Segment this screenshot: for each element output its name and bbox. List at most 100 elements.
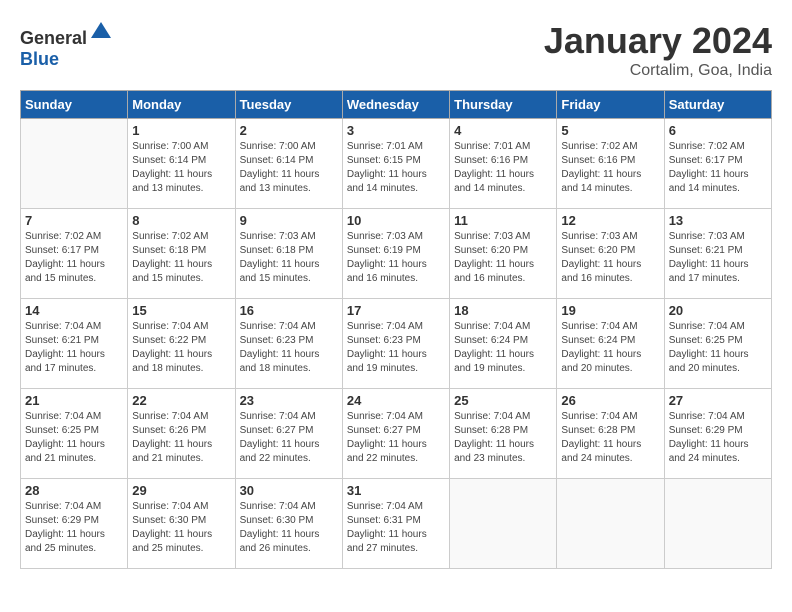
day-number: 17 <box>347 303 445 318</box>
day-number: 21 <box>25 393 123 408</box>
calendar-cell: 2 Sunrise: 7:00 AMSunset: 6:14 PMDaylight… <box>235 119 342 209</box>
calendar-cell: 12Sunrise: 7:03 AMSunset: 6:20 PMDayligh… <box>557 209 664 299</box>
day-number: 15 <box>132 303 230 318</box>
weekday-header: Friday <box>557 91 664 119</box>
calendar-cell: 23 Sunrise: 7:04 AMSunset: 6:27 PMDayligh… <box>235 389 342 479</box>
day-info: Sunrise: 7:04 AMSunset: 6:27 PMDaylight:… <box>347 410 445 466</box>
day-number: 7 <box>25 213 123 228</box>
day-number: 20 <box>669 303 767 318</box>
day-number: 5 <box>561 123 659 138</box>
calendar-week-row: 14 Sunrise: 7:04 AMSunset: 6:21 PMDayligh… <box>21 299 772 389</box>
day-info: Sunrise: 7:04 AMSunset: 6:29 PMDaylight:… <box>25 500 123 556</box>
calendar-cell: 14 Sunrise: 7:04 AMSunset: 6:21 PMDayligh… <box>21 299 128 389</box>
day-number: 29 <box>132 483 230 498</box>
calendar-cell: 3 Sunrise: 7:01 AMSunset: 6:15 PMDaylight… <box>342 119 449 209</box>
day-number: 10 <box>347 213 445 228</box>
day-number: 19 <box>561 303 659 318</box>
day-info: Sunrise: 7:00 AMSunset: 6:14 PMDaylight:… <box>132 140 230 196</box>
day-info: Sunrise: 7:03 AMSunset: 6:18 PMDaylight:… <box>240 230 338 286</box>
day-info: Sunrise: 7:04 AMSunset: 6:28 PMDaylight:… <box>561 410 659 466</box>
day-number: 26 <box>561 393 659 408</box>
day-number: 23 <box>240 393 338 408</box>
day-info: Sunrise: 7:04 AMSunset: 6:24 PMDaylight:… <box>561 320 659 376</box>
calendar-cell: 6 Sunrise: 7:02 AMSunset: 6:17 PMDaylight… <box>664 119 771 209</box>
day-info: Sunrise: 7:03 AMSunset: 6:19 PMDaylight:… <box>347 230 445 286</box>
day-number: 3 <box>347 123 445 138</box>
day-number: 31 <box>347 483 445 498</box>
day-info: Sunrise: 7:04 AMSunset: 6:30 PMDaylight:… <box>132 500 230 556</box>
day-number: 2 <box>240 123 338 138</box>
calendar-cell: 28Sunrise: 7:04 AMSunset: 6:29 PMDayligh… <box>21 479 128 569</box>
day-info: Sunrise: 7:02 AMSunset: 6:16 PMDaylight:… <box>561 140 659 196</box>
calendar-cell: 8Sunrise: 7:02 AMSunset: 6:18 PMDaylight… <box>128 209 235 299</box>
calendar-cell: 9 Sunrise: 7:03 AMSunset: 6:18 PMDaylight… <box>235 209 342 299</box>
calendar-cell: 11Sunrise: 7:03 AMSunset: 6:20 PMDayligh… <box>450 209 557 299</box>
calendar-cell: 17 Sunrise: 7:04 AMSunset: 6:23 PMDayligh… <box>342 299 449 389</box>
day-number: 6 <box>669 123 767 138</box>
day-number: 22 <box>132 393 230 408</box>
calendar-cell: 10 Sunrise: 7:03 AMSunset: 6:19 PMDayligh… <box>342 209 449 299</box>
day-info: Sunrise: 7:01 AMSunset: 6:16 PMDaylight:… <box>454 140 552 196</box>
weekday-header: Thursday <box>450 91 557 119</box>
weekday-header-row: SundayMondayTuesdayWednesdayThursdayFrid… <box>21 91 772 119</box>
logo-text: General Blue <box>20 20 113 70</box>
day-number: 18 <box>454 303 552 318</box>
calendar-cell: 5 Sunrise: 7:02 AMSunset: 6:16 PMDaylight… <box>557 119 664 209</box>
day-info: Sunrise: 7:03 AMSunset: 6:21 PMDaylight:… <box>669 230 767 286</box>
day-info: Sunrise: 7:02 AMSunset: 6:17 PMDaylight:… <box>669 140 767 196</box>
day-info: Sunrise: 7:04 AMSunset: 6:21 PMDaylight:… <box>25 320 123 376</box>
day-number: 11 <box>454 213 552 228</box>
calendar-cell: 30 Sunrise: 7:04 AMSunset: 6:30 PMDayligh… <box>235 479 342 569</box>
day-info: Sunrise: 7:04 AMSunset: 6:22 PMDaylight:… <box>132 320 230 376</box>
day-info: Sunrise: 7:00 AMSunset: 6:14 PMDaylight:… <box>240 140 338 196</box>
calendar-cell: 25 Sunrise: 7:04 AMSunset: 6:28 PMDayligh… <box>450 389 557 479</box>
day-info: Sunrise: 7:02 AMSunset: 6:17 PMDaylight:… <box>25 230 123 286</box>
calendar-cell: 27Sunrise: 7:04 AMSunset: 6:29 PMDayligh… <box>664 389 771 479</box>
calendar-cell: 29 Sunrise: 7:04 AMSunset: 6:30 PMDayligh… <box>128 479 235 569</box>
calendar-week-row: 7 Sunrise: 7:02 AMSunset: 6:17 PMDaylight… <box>21 209 772 299</box>
calendar-cell: 13 Sunrise: 7:03 AMSunset: 6:21 PMDayligh… <box>664 209 771 299</box>
calendar-cell: 26 Sunrise: 7:04 AMSunset: 6:28 PMDayligh… <box>557 389 664 479</box>
logo-icon <box>89 20 113 44</box>
calendar-cell: 15 Sunrise: 7:04 AMSunset: 6:22 PMDayligh… <box>128 299 235 389</box>
page-header: General Blue January 2024 Cortalim, Goa,… <box>20 20 772 80</box>
day-number: 30 <box>240 483 338 498</box>
calendar-table: SundayMondayTuesdayWednesdayThursdayFrid… <box>20 90 772 569</box>
calendar-cell: 24 Sunrise: 7:04 AMSunset: 6:27 PMDayligh… <box>342 389 449 479</box>
weekday-header: Monday <box>128 91 235 119</box>
day-info: Sunrise: 7:01 AMSunset: 6:15 PMDaylight:… <box>347 140 445 196</box>
calendar-cell: 21 Sunrise: 7:04 AMSunset: 6:25 PMDayligh… <box>21 389 128 479</box>
day-number: 14 <box>25 303 123 318</box>
calendar-week-row: 28Sunrise: 7:04 AMSunset: 6:29 PMDayligh… <box>21 479 772 569</box>
location-title: Cortalim, Goa, India <box>544 62 772 80</box>
calendar-cell: 19 Sunrise: 7:04 AMSunset: 6:24 PMDayligh… <box>557 299 664 389</box>
calendar-week-row: 1 Sunrise: 7:00 AMSunset: 6:14 PMDaylight… <box>21 119 772 209</box>
day-info: Sunrise: 7:04 AMSunset: 6:28 PMDaylight:… <box>454 410 552 466</box>
calendar-cell: 4Sunrise: 7:01 AMSunset: 6:16 PMDaylight… <box>450 119 557 209</box>
logo-blue: Blue <box>20 49 59 69</box>
calendar-week-row: 21 Sunrise: 7:04 AMSunset: 6:25 PMDayligh… <box>21 389 772 479</box>
day-info: Sunrise: 7:04 AMSunset: 6:27 PMDaylight:… <box>240 410 338 466</box>
day-info: Sunrise: 7:04 AMSunset: 6:25 PMDaylight:… <box>669 320 767 376</box>
calendar-cell: 1 Sunrise: 7:00 AMSunset: 6:14 PMDaylight… <box>128 119 235 209</box>
day-number: 12 <box>561 213 659 228</box>
calendar-cell <box>664 479 771 569</box>
day-number: 1 <box>132 123 230 138</box>
day-number: 8 <box>132 213 230 228</box>
calendar-cell: 22 Sunrise: 7:04 AMSunset: 6:26 PMDayligh… <box>128 389 235 479</box>
day-number: 24 <box>347 393 445 408</box>
day-info: Sunrise: 7:04 AMSunset: 6:25 PMDaylight:… <box>25 410 123 466</box>
day-number: 9 <box>240 213 338 228</box>
day-number: 25 <box>454 393 552 408</box>
calendar-cell: 31 Sunrise: 7:04 AMSunset: 6:31 PMDayligh… <box>342 479 449 569</box>
month-title: January 2024 <box>544 20 772 62</box>
day-info: Sunrise: 7:04 AMSunset: 6:31 PMDaylight:… <box>347 500 445 556</box>
logo: General Blue <box>20 20 113 70</box>
day-info: Sunrise: 7:04 AMSunset: 6:30 PMDaylight:… <box>240 500 338 556</box>
calendar-cell <box>450 479 557 569</box>
day-number: 13 <box>669 213 767 228</box>
calendar-cell: 20 Sunrise: 7:04 AMSunset: 6:25 PMDayligh… <box>664 299 771 389</box>
day-info: Sunrise: 7:04 AMSunset: 6:23 PMDaylight:… <box>347 320 445 376</box>
weekday-header: Saturday <box>664 91 771 119</box>
day-info: Sunrise: 7:04 AMSunset: 6:26 PMDaylight:… <box>132 410 230 466</box>
